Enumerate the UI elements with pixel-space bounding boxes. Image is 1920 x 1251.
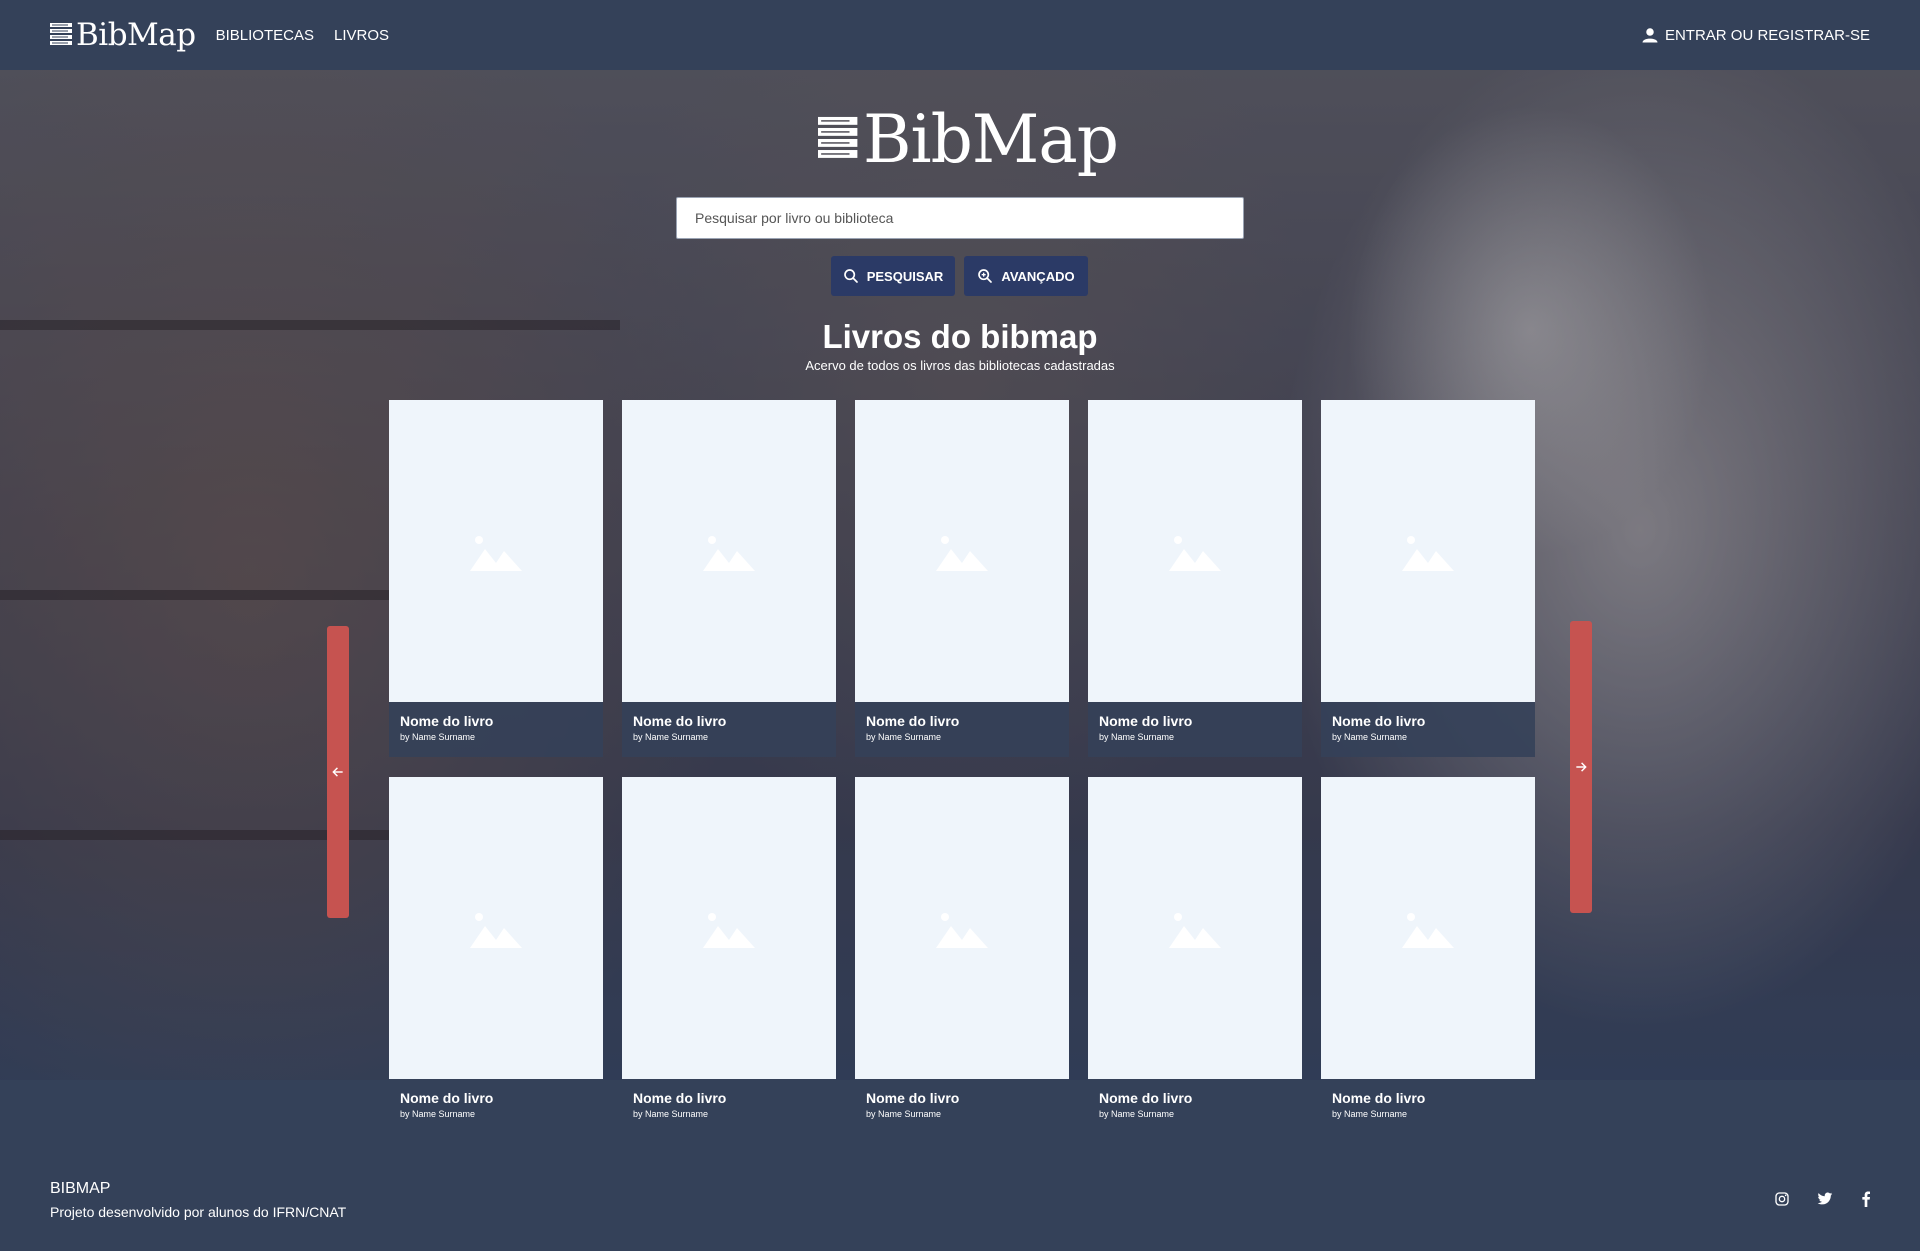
image-placeholder-icon [936,913,988,948]
book-author: by Name Surname [633,732,709,742]
search-field[interactable] [676,197,1244,239]
user-icon [1642,28,1658,43]
book-author: by Name Surname [866,1109,942,1119]
carousel-prev-button[interactable] [327,626,349,918]
search-input[interactable] [695,210,1225,226]
navbar: BibMap BIBLIOTECAS LIVROS ENTRAR OU REGI… [0,0,1920,70]
image-placeholder-icon [1402,913,1454,948]
book-card[interactable]: Nome do livro by Name Surname [389,400,603,757]
book-card[interactable]: Nome do livro by Name Surname [1321,400,1535,757]
search-button[interactable]: PESQUISAR [831,256,955,296]
nav-logo[interactable]: BibMap [50,17,196,53]
nav-link-livros[interactable]: LIVROS [334,27,389,44]
search-icon [843,269,858,283]
book-author: by Name Surname [1332,732,1408,742]
book-card[interactable]: Nome do livro by Name Surname [1088,777,1302,1134]
book-caption: Nome do livro by Name Surname [1321,702,1535,757]
book-caption: Nome do livro by Name Surname [389,702,603,757]
advanced-search-button[interactable]: AVANÇADO [964,256,1088,296]
book-cover [622,400,836,702]
book-author: by Name Surname [400,1109,476,1119]
image-placeholder-icon [936,536,988,571]
nav-logo-text: BibMap [76,17,196,53]
book-title: Nome do livro [400,1090,494,1106]
book-title: Nome do livro [1099,713,1193,729]
book-title: Nome do livro [633,713,727,729]
login-button[interactable]: ENTRAR OU REGISTRAR-SE [1641,26,1870,44]
book-cover [389,400,603,702]
book-card[interactable]: Nome do livro by Name Surname [855,777,1069,1134]
advanced-button-label: AVANÇADO [1001,268,1075,284]
book-cover [1088,400,1302,702]
image-placeholder-icon [1402,536,1454,571]
section-title: Livros do bibmap [822,318,1098,355]
hero-logo-text: BibMap [862,100,1119,178]
book-card[interactable]: Nome do livro by Name Surname [1088,400,1302,757]
facebook-icon[interactable] [1857,1190,1875,1208]
instagram-icon[interactable] [1773,1190,1791,1208]
search-button-label: PESQUISAR [866,268,944,284]
book-caption: Nome do livro by Name Surname [622,1079,836,1134]
book-title: Nome do livro [866,713,960,729]
footer-title: BIBMAP [50,1180,111,1197]
book-card[interactable]: Nome do livro by Name Surname [855,400,1069,757]
book-caption: Nome do livro by Name Surname [389,1079,603,1134]
image-placeholder-icon [470,536,522,571]
book-author: by Name Surname [1099,732,1175,742]
login-label: ENTRAR OU REGISTRAR-SE [1664,26,1870,44]
book-caption: Nome do livro by Name Surname [1321,1079,1535,1134]
book-caption: Nome do livro by Name Surname [1088,1079,1302,1134]
image-placeholder-icon [470,913,522,948]
book-title: Nome do livro [1332,713,1426,729]
book-card[interactable]: Nome do livro by Name Surname [389,777,603,1134]
zoom-in-icon [978,269,993,283]
book-title: Nome do livro [1099,1090,1193,1106]
footer-description: Projeto desenvolvido por alunos do IFRN/… [50,1204,347,1220]
book-cover [1321,400,1535,702]
book-cover [622,777,836,1079]
book-card[interactable]: Nome do livro by Name Surname [1321,777,1535,1134]
book-cover [855,777,1069,1079]
hero-logo: BibMap [818,94,1119,184]
book-cover [1088,777,1302,1079]
carousel-next-button[interactable] [1570,621,1592,913]
book-card[interactable]: Nome do livro by Name Surname [622,777,836,1134]
book-cover [1321,777,1535,1079]
book-author: by Name Surname [400,732,476,742]
book-title: Nome do livro [633,1090,727,1106]
book-author: by Name Surname [633,1109,709,1119]
nav-link-bibliotecas[interactable]: BIBLIOTECAS [216,27,314,44]
image-placeholder-icon [1169,913,1221,948]
book-cover [389,777,603,1079]
book-title: Nome do livro [866,1090,960,1106]
bibmap-logo-icon [50,23,72,45]
book-title: Nome do livro [1332,1090,1426,1106]
book-caption: Nome do livro by Name Surname [622,702,836,757]
arrow-left-icon [332,767,343,777]
image-placeholder-icon [1169,536,1221,571]
book-caption: Nome do livro by Name Surname [855,1079,1069,1134]
twitter-icon[interactable] [1816,1190,1834,1208]
book-author: by Name Surname [866,732,942,742]
image-placeholder-icon [703,536,755,571]
book-author: by Name Surname [1099,1109,1175,1119]
book-cover [855,400,1069,702]
book-caption: Nome do livro by Name Surname [1088,702,1302,757]
book-author: by Name Surname [1332,1109,1408,1119]
book-caption: Nome do livro by Name Surname [855,702,1069,757]
image-placeholder-icon [703,913,755,948]
bibmap-logo-icon [818,116,858,158]
section-subtitle: Acervo de todos os livros das biblioteca… [805,358,1115,373]
book-card[interactable]: Nome do livro by Name Surname [622,400,836,757]
arrow-right-icon [1576,762,1587,772]
book-title: Nome do livro [400,713,494,729]
